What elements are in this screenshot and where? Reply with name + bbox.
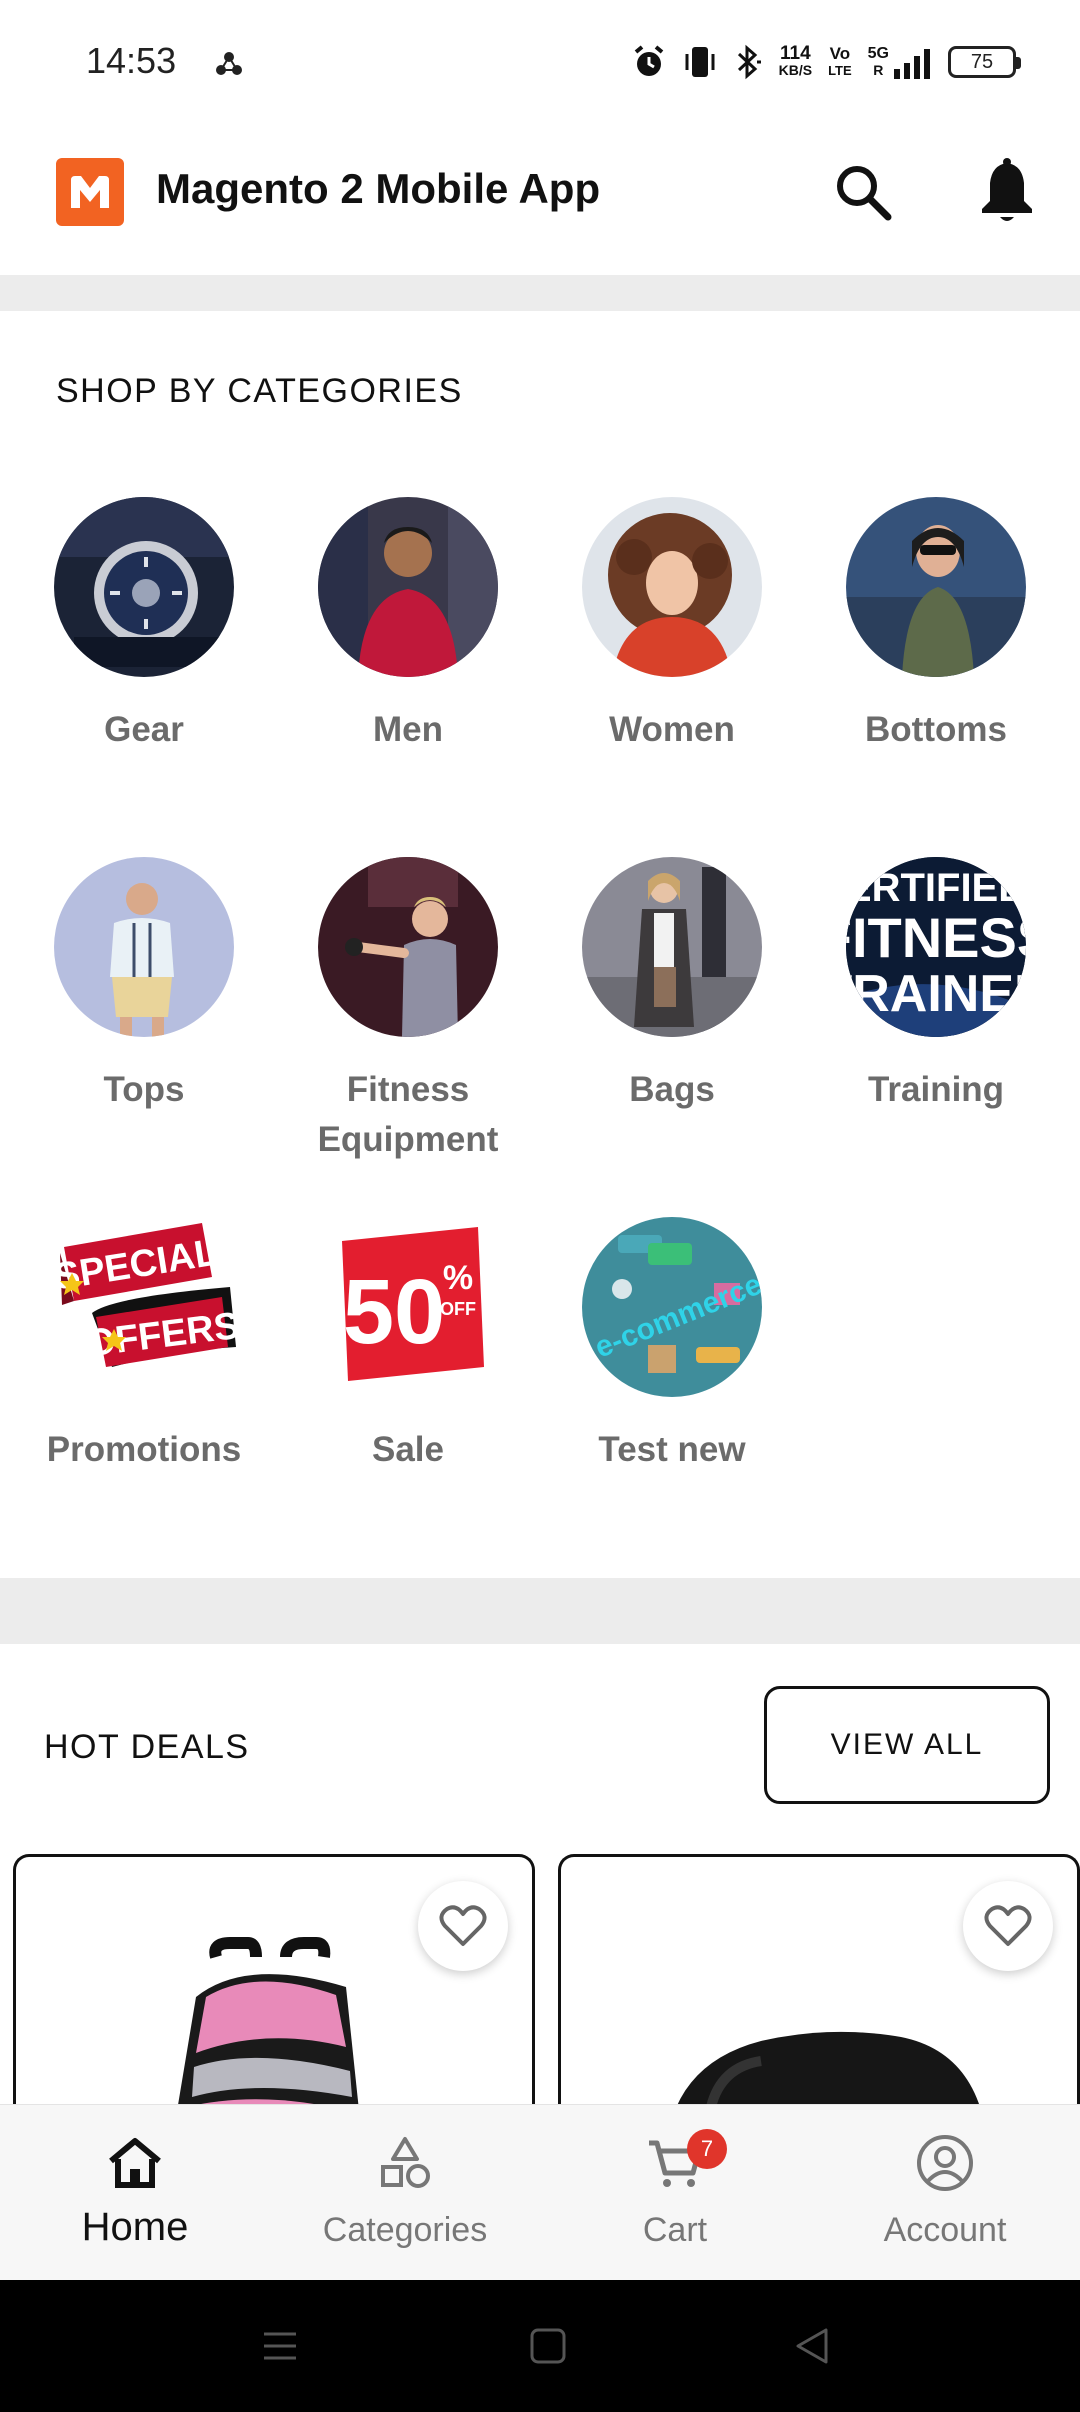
system-navigation-bar	[0, 2280, 1080, 2412]
app-title: Magento 2 Mobile App	[156, 165, 601, 212]
category-fitness-equipment[interactable]: Fitness Equipment	[276, 857, 540, 1165]
nav-label: Categories	[322, 2211, 488, 2249]
category-label: Bottoms	[865, 710, 1007, 749]
nav-home[interactable]: Home	[0, 2105, 270, 2281]
categories-icon	[381, 2137, 430, 2188]
category-image-tops	[54, 857, 234, 1037]
search-icon[interactable]	[830, 159, 896, 225]
heart-icon[interactable]	[963, 1881, 1053, 1971]
category-label: Gear	[104, 710, 184, 749]
network-type: 5G R	[868, 45, 932, 79]
category-image-promotions: SPECIAL OFFERS	[52, 1217, 236, 1397]
bottom-navigation: Home Categories 7 Cart Account	[0, 2104, 1080, 2280]
category-bottoms[interactable]: Bottoms	[804, 497, 1068, 755]
categories-title: SHOP BY CATEGORIES	[56, 372, 463, 410]
category-image-bottoms	[846, 497, 1026, 677]
category-label: Tops	[103, 1070, 185, 1109]
nav-account[interactable]: Account	[810, 2105, 1080, 2281]
magento-logo-icon	[56, 158, 124, 226]
category-image-training: ERTIFIED FITNESS TRAINER	[846, 857, 1026, 1037]
category-image-gear	[54, 497, 234, 677]
svg-text:%: %	[443, 1259, 473, 1297]
category-image-women	[582, 497, 762, 677]
category-label: Promotions	[46, 1430, 242, 1469]
svg-text:FITNESS: FITNESS	[846, 906, 1026, 969]
svg-text:OFF: OFF	[440, 1299, 476, 1319]
category-promotions[interactable]: SPECIAL OFFERS Promotions	[12, 1217, 276, 1475]
bell-icon[interactable]	[974, 157, 1040, 227]
app-header: Magento 2 Mobile App	[0, 125, 1080, 275]
view-all-button[interactable]: VIEW ALL	[764, 1686, 1050, 1804]
app-notification-icon	[216, 52, 242, 75]
divider-band	[0, 275, 1080, 311]
category-image-test-new: e-commerce	[582, 1217, 762, 1397]
category-label: Men	[373, 710, 443, 749]
account-icon	[917, 2135, 973, 2191]
battery-indicator: 75	[948, 46, 1021, 78]
category-label: Bags	[629, 1070, 715, 1109]
svg-text:ERTIFIED: ERTIFIED	[846, 866, 1026, 910]
category-image-sale: 50 % OFF	[318, 1217, 498, 1397]
bluetooth-icon	[737, 44, 761, 80]
heart-icon[interactable]	[418, 1881, 508, 1971]
category-label: Women	[609, 710, 735, 749]
vibrate-icon	[685, 47, 715, 77]
category-label: Test new	[598, 1430, 746, 1469]
status-bar: 14:53 114 KB/S Vo LTE 5G R 75	[0, 0, 1080, 125]
nav-categories[interactable]: Categories	[270, 2105, 540, 2281]
volte-indicator: Vo LTE	[828, 44, 852, 78]
nav-label: Account	[883, 2211, 1007, 2249]
home-icon	[109, 2138, 161, 2188]
category-tops[interactable]: Tops	[12, 857, 276, 1115]
category-image-men	[318, 497, 498, 677]
network-speed: 114 KB/S	[778, 43, 813, 78]
category-sale[interactable]: 50 % OFF Sale	[276, 1217, 540, 1475]
nav-label: Cart	[642, 2211, 708, 2249]
category-image-bags	[582, 857, 762, 1037]
menu-icon[interactable]	[260, 2326, 300, 2366]
back-icon[interactable]	[792, 2326, 832, 2366]
category-image-fitness	[318, 857, 498, 1037]
cart-badge: 7	[687, 2129, 727, 2169]
category-bags[interactable]: Bags	[540, 857, 804, 1115]
svg-text:TRAINER: TRAINER	[846, 965, 1026, 1023]
hot-deals-title: HOT DEALS	[44, 1728, 250, 1766]
category-men[interactable]: Men	[276, 497, 540, 755]
svg-text:50: 50	[343, 1261, 445, 1363]
category-test-new[interactable]: e-commerce Test new	[540, 1217, 804, 1475]
nav-label: Home	[81, 2205, 189, 2249]
category-label: Training	[867, 1070, 1005, 1109]
category-women[interactable]: Women	[540, 497, 804, 755]
nav-cart[interactable]: 7 Cart	[540, 2105, 810, 2281]
status-time: 14:53	[86, 40, 177, 81]
category-gear[interactable]: Gear	[12, 497, 276, 755]
home-button-icon[interactable]	[528, 2326, 568, 2366]
status-icons: 114 KB/S Vo LTE 5G R 75	[631, 40, 1021, 84]
alarm-icon	[634, 45, 663, 76]
divider-band	[0, 1578, 1080, 1644]
category-label: Sale	[372, 1430, 444, 1469]
category-label: Fitness Equipment	[317, 1070, 499, 1159]
category-training[interactable]: ERTIFIED FITNESS TRAINER Training	[804, 857, 1068, 1115]
signal-icon	[894, 49, 930, 79]
